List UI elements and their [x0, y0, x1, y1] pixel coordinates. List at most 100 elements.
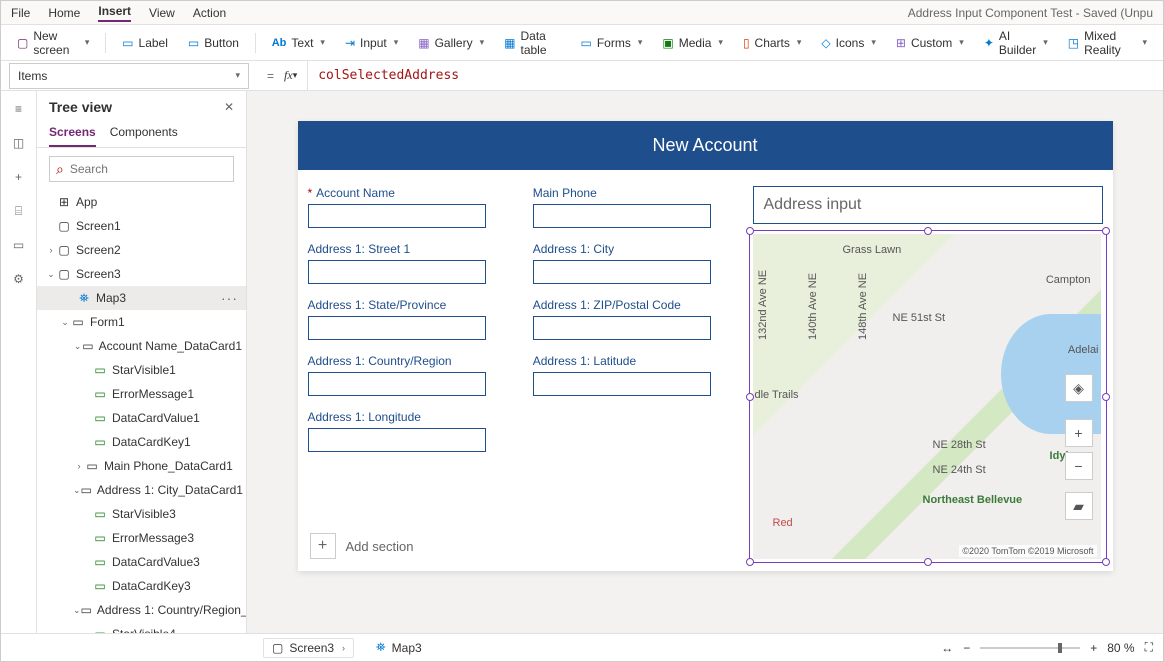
map-label: dle Trails	[755, 389, 799, 401]
data-icon[interactable]: ⌸	[7, 199, 31, 223]
map-label: NE 51st St	[893, 312, 946, 324]
map-locate-button[interactable]: ◈	[1065, 374, 1093, 402]
custom-button[interactable]: ⊞Custom▾	[888, 32, 972, 54]
breadcrumb-screen[interactable]: ▢Screen3›	[263, 638, 354, 658]
tab-screens[interactable]: Screens	[49, 119, 96, 147]
node-errormessage3[interactable]: ▭ErrorMessage3	[37, 526, 246, 550]
node-datacardkey1[interactable]: ▭DataCardKey1	[37, 430, 246, 454]
map-zoom-in-button[interactable]: +	[1065, 419, 1093, 447]
add-icon[interactable]: +	[7, 165, 31, 189]
node-form1[interactable]: ⌄▭Form1	[37, 310, 246, 334]
input-button[interactable]: ⇥Input▾	[337, 32, 406, 54]
zoom-slider[interactable]	[980, 647, 1080, 649]
map-zoom-out-button[interactable]: −	[1065, 452, 1093, 480]
map-attribution: ©2020 TomTom ©2019 Microsoft	[959, 545, 1096, 557]
more-icon[interactable]: ···	[217, 290, 242, 306]
property-selector[interactable]: Items▾	[9, 63, 249, 89]
map-pitch-button[interactable]: ▰	[1065, 492, 1093, 520]
node-errormessage1[interactable]: ▭ErrorMessage1	[37, 382, 246, 406]
map[interactable]: Grass Lawn Campton Adelai NE 51st St 132…	[753, 234, 1101, 559]
node-starvisible3[interactable]: ▭StarVisible3	[37, 502, 246, 526]
forms-button[interactable]: ▭Forms▾	[573, 32, 651, 54]
menu-insert[interactable]: Insert	[98, 4, 131, 22]
node-phone-datacard[interactable]: ›▭Main Phone_DataCard1	[37, 454, 246, 478]
gallery-button[interactable]: ▦Gallery▾	[410, 32, 492, 54]
node-account-datacard[interactable]: ⌄▭Account Name_DataCard1	[37, 334, 246, 358]
field-city: Address 1: City	[533, 242, 743, 284]
breadcrumb-map[interactable]: ⛯Map3	[368, 638, 430, 657]
node-datacardkey3[interactable]: ▭DataCardKey3	[37, 574, 246, 598]
menu-home[interactable]: Home	[48, 6, 80, 20]
node-screen2[interactable]: ›▢Screen2	[37, 238, 246, 262]
menu-view[interactable]: View	[149, 6, 175, 20]
node-starvisible4[interactable]: ▭StarVisible4	[37, 622, 246, 633]
node-datacardvalue3[interactable]: ▭DataCardValue3	[37, 550, 246, 574]
node-starvisible1[interactable]: ▭StarVisible1	[37, 358, 246, 382]
node-country-datacard[interactable]: ⌄▭Address 1: Country/Region_DataCard	[37, 598, 246, 622]
advanced-icon[interactable]: ⚙︎	[7, 267, 31, 291]
ai-builder-button[interactable]: ✦AI Builder▾	[976, 25, 1056, 61]
search-icon	[56, 161, 64, 178]
input-main-phone[interactable]	[533, 204, 711, 228]
text-button[interactable]: AbText▾	[264, 32, 333, 54]
map-label: Campton	[1046, 274, 1091, 286]
map-control[interactable]: Grass Lawn Campton Adelai NE 51st St 132…	[753, 234, 1103, 559]
new-screen-button[interactable]: ▢New screen▾	[9, 25, 97, 61]
tree-view-icon[interactable]: ≡	[7, 97, 31, 121]
menu-action[interactable]: Action	[193, 6, 226, 20]
add-section-button[interactable]: + Add section	[310, 533, 414, 559]
field-main-phone: Main Phone	[533, 186, 743, 228]
canvas[interactable]: New Account *Account Name Address 1: Str…	[247, 91, 1163, 633]
map-label: NE 24th St	[933, 464, 986, 476]
tree: ⊞App ▢Screen1 ›▢Screen2 ⌄▢Screen3 ⛯Map3·…	[37, 190, 246, 633]
icons-button[interactable]: ◇Icons▾	[813, 32, 883, 54]
left-rail: ≡ ◫ + ⌸ ▭ ⚙︎	[1, 91, 37, 633]
fx-icon[interactable]: fx ▾	[284, 61, 308, 90]
fit-icon[interactable]: ⛶	[1145, 640, 1153, 655]
node-app[interactable]: ⊞App	[37, 190, 246, 214]
map-label: 132nd Ave NE	[757, 270, 769, 340]
tree-search-input[interactable]	[70, 162, 227, 176]
plus-icon: +	[310, 533, 336, 559]
field-zip: Address 1: ZIP/Postal Code	[533, 298, 743, 340]
address-input[interactable]: Address input	[753, 186, 1103, 224]
label-button[interactable]: ▭Label	[114, 32, 176, 54]
node-screen1[interactable]: ▢Screen1	[37, 214, 246, 238]
tree-search[interactable]	[49, 156, 234, 182]
data-table-button[interactable]: ▦Data table	[496, 25, 568, 61]
button-button[interactable]: ▭Button	[180, 32, 247, 54]
node-city-datacard[interactable]: ⌄▭Address 1: City_DataCard1	[37, 478, 246, 502]
zoom-out-icon[interactable]: −	[963, 641, 970, 655]
ribbon-toolbar: ▢New screen▾ ▭Label ▭Button AbText▾ ⇥Inp…	[1, 25, 1163, 61]
map-label: Northeast Bellevue	[923, 494, 1023, 506]
media-button[interactable]: ▣Media▾	[654, 32, 731, 54]
map-label: Grass Lawn	[843, 244, 902, 256]
input-city[interactable]	[533, 260, 711, 284]
menu-file[interactable]: File	[11, 6, 30, 20]
charts-button[interactable]: ▯Charts▾	[735, 32, 809, 54]
tree-view-title: Tree view	[49, 99, 112, 115]
close-icon[interactable]: ✕	[224, 100, 234, 114]
tab-components[interactable]: Components	[110, 119, 178, 147]
map-label: Red	[773, 517, 793, 529]
equals-icon: =	[257, 69, 284, 83]
node-map3[interactable]: ⛯Map3···	[37, 286, 246, 310]
arrows-icon[interactable]: ↔	[941, 641, 953, 655]
input-state[interactable]	[308, 316, 486, 340]
zoom-in-icon[interactable]: +	[1090, 641, 1097, 655]
input-lon[interactable]	[308, 428, 486, 452]
input-lat[interactable]	[533, 372, 711, 396]
mixed-reality-button[interactable]: ◳Mixed Reality▾	[1060, 25, 1155, 61]
insert-icon[interactable]: ◫	[7, 131, 31, 155]
formula-input[interactable]: colSelectedAddress	[308, 68, 1163, 83]
input-street1[interactable]	[308, 260, 486, 284]
node-datacardvalue1[interactable]: ▭DataCardValue1	[37, 406, 246, 430]
input-zip[interactable]	[533, 316, 711, 340]
input-account-name[interactable]	[308, 204, 486, 228]
field-state: Address 1: State/Province	[308, 298, 515, 340]
field-street1: Address 1: Street 1	[308, 242, 515, 284]
map-label: Adelai	[1068, 344, 1099, 356]
node-screen3[interactable]: ⌄▢Screen3	[37, 262, 246, 286]
media-rail-icon[interactable]: ▭	[7, 233, 31, 257]
input-country[interactable]	[308, 372, 486, 396]
